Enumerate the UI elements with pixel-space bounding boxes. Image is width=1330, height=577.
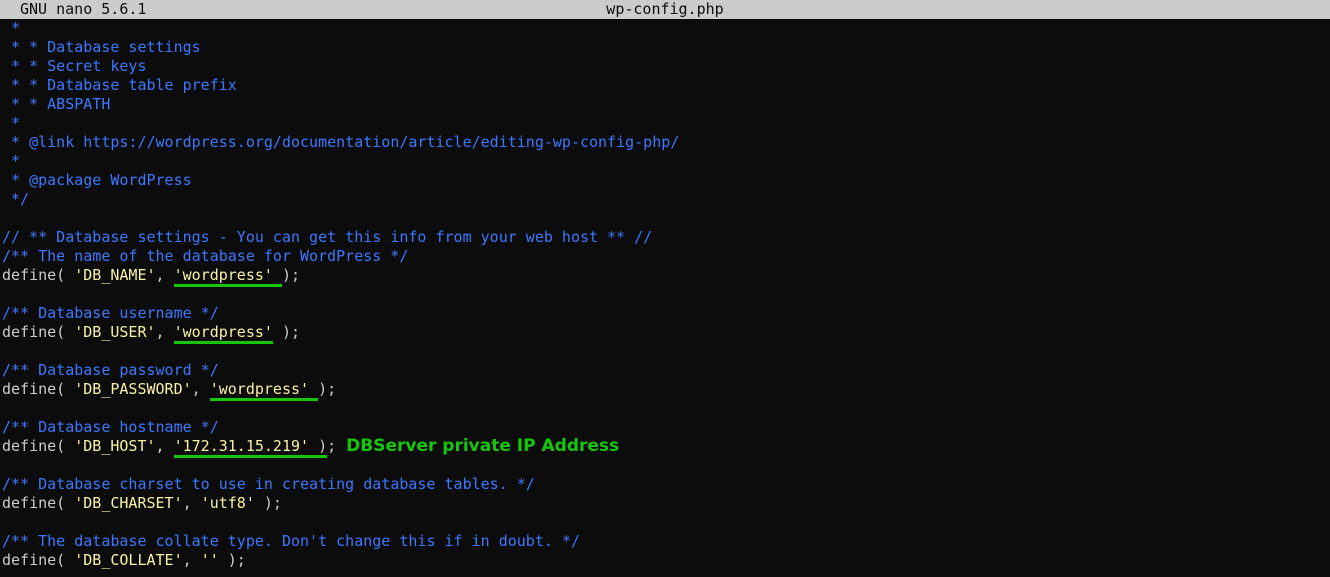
define-suffix: ); <box>281 266 301 284</box>
define-sep: , <box>191 380 210 398</box>
code-line: * * ABSPATH <box>2 95 111 113</box>
define-db-host: define( 'DB_HOST', '172.31.15.219' ); DBS… <box>2 436 620 458</box>
define-key: 'DB_PASSWORD' <box>74 380 192 398</box>
define-sep: , <box>155 266 174 284</box>
define-value: '172.31.15.219' <box>173 437 310 455</box>
define-value: 'wordpress' <box>173 323 273 341</box>
code-line: /** The name of the database for WordPre… <box>2 247 409 265</box>
define-value: 'wordpress' <box>173 266 273 284</box>
define-value: 'wordpress' <box>209 380 310 398</box>
code-line: * @link https://wordpress.org/documentat… <box>2 133 680 151</box>
code-line: * * Database table prefix <box>2 76 237 94</box>
define-sep: , <box>182 551 201 569</box>
define-sep: , <box>155 437 174 455</box>
define-key: 'DB_HOST' <box>74 437 156 455</box>
define-suffix: ); <box>254 494 282 512</box>
define-key: 'DB_COLLATE' <box>74 551 183 569</box>
define-suffix: ); <box>318 380 337 398</box>
define-prefix: define( <box>2 494 75 512</box>
code-line: * @package WordPress <box>2 171 192 189</box>
code-line: // ** Database settings - You can get th… <box>2 228 653 246</box>
define-key: 'DB_USER' <box>74 323 156 341</box>
define-prefix: define( <box>2 266 75 284</box>
code-line: /** The database collate type. Don't cha… <box>2 532 580 550</box>
define-db-charset: define( 'DB_CHARSET', 'utf8' ); <box>2 494 1328 513</box>
define-suffix: ); <box>272 323 301 341</box>
file-name: wp-config.php <box>606 0 724 18</box>
code-line: */ <box>2 190 30 208</box>
define-db-password: define( 'DB_PASSWORD', 'wordpress' ); <box>2 380 1328 401</box>
code-line: /** Database hostname */ <box>2 418 219 436</box>
define-sep: , <box>182 494 201 512</box>
define-db-collate: define( 'DB_COLLATE', '' ); <box>2 551 1328 570</box>
define-suffix: ; <box>327 437 337 455</box>
define-value: '' <box>200 551 219 569</box>
code-line: * <box>2 152 21 170</box>
code-line: /** Database password */ <box>2 361 219 379</box>
code-line: * * Database settings <box>2 38 201 56</box>
define-prefix: define( <box>2 380 75 398</box>
define-prefix: define( <box>2 551 75 569</box>
code-line: * <box>2 114 21 132</box>
code-line: /** Database username */ <box>2 304 219 322</box>
define-key: 'DB_NAME' <box>74 266 156 284</box>
define-key: 'DB_CHARSET' <box>74 494 183 512</box>
define-value: 'utf8' <box>200 494 255 512</box>
define-prefix: define( <box>2 437 75 455</box>
ip-annotation: DBServer private IP Address <box>346 436 620 456</box>
define-db-user: define( 'DB_USER', 'wordpress' ); <box>2 323 1328 344</box>
define-prefix: define( <box>2 323 75 341</box>
code-line: * <box>2 19 21 37</box>
code-line: /** Database charset to use in creating … <box>2 475 535 493</box>
define-db-name: define( 'DB_NAME', 'wordpress' ); <box>2 266 1328 287</box>
title-bar: GNU nano 5.6.1 wp-config.php <box>0 0 1330 19</box>
define-sep: , <box>155 323 174 341</box>
code-line: * * Secret keys <box>2 57 147 75</box>
editor-area[interactable]: * * * Database settings * * Secret keys … <box>2 19 1328 570</box>
define-suffix: ); <box>218 551 246 569</box>
